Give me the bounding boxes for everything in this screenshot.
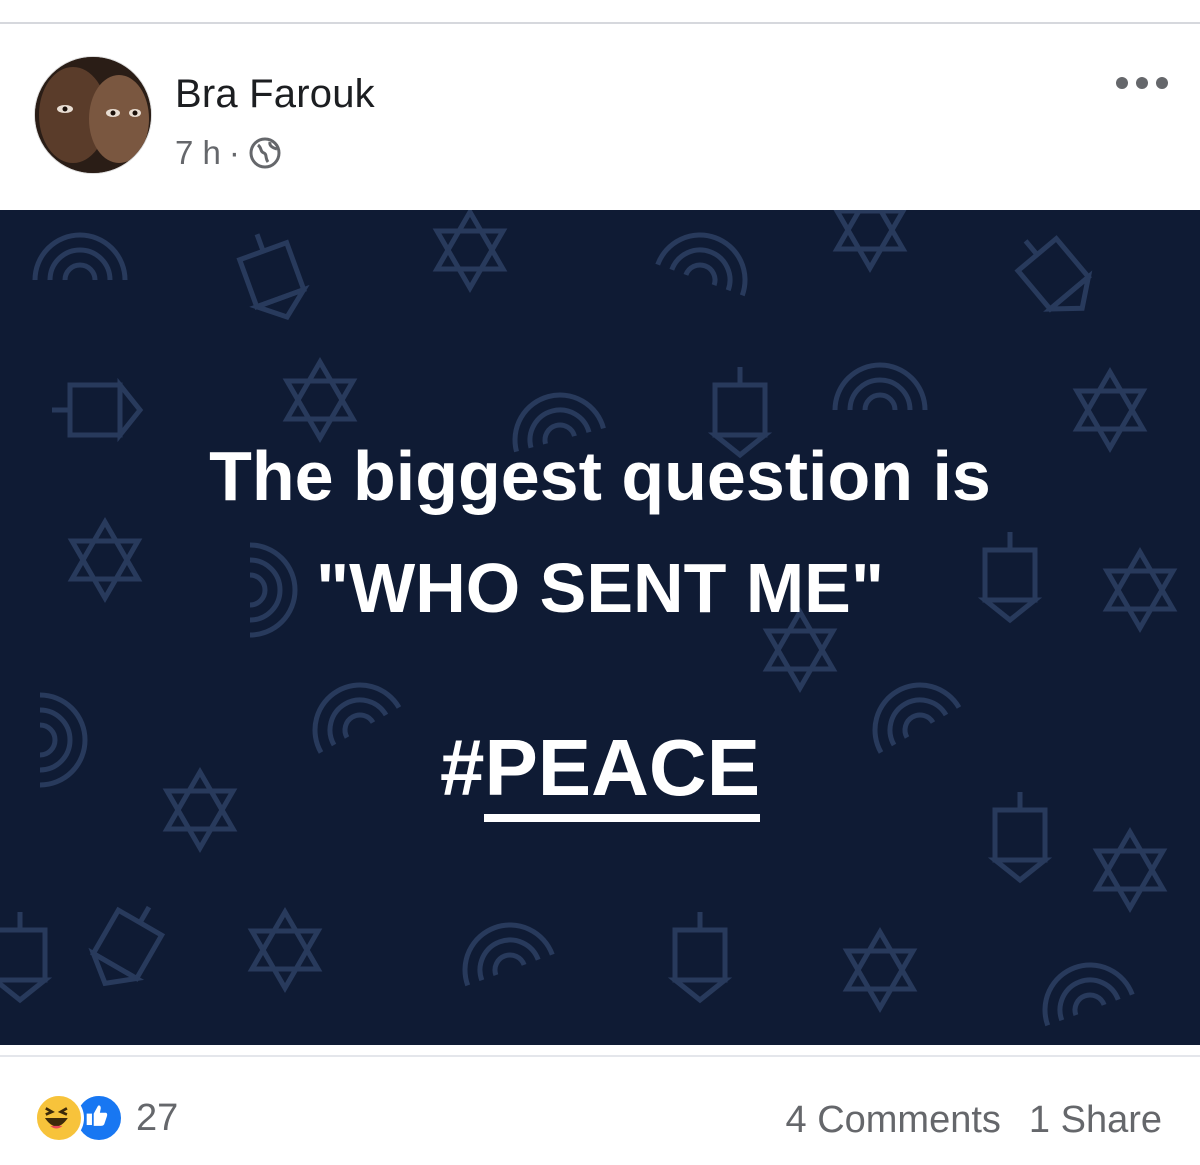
- headline-line-2: "WHO SENT ME": [315, 549, 885, 627]
- more-dot: [1156, 77, 1168, 89]
- post-headline: The biggest question is "WHO SENT ME": [0, 420, 1200, 644]
- author-avatar[interactable]: [34, 56, 152, 174]
- hashtag-symbol: #: [439, 723, 485, 812]
- avatar-image: [35, 57, 151, 173]
- top-divider: [0, 0, 1200, 24]
- reaction-count[interactable]: 27: [136, 1097, 178, 1140]
- post-meta: 7 h ·: [175, 134, 282, 172]
- haha-icon: [34, 1093, 84, 1143]
- comments-count[interactable]: 4 Comments: [786, 1099, 1001, 1142]
- meta-separator: ·: [228, 134, 240, 171]
- shares-count[interactable]: 1 Share: [1029, 1099, 1162, 1142]
- more-dot: [1116, 77, 1128, 89]
- headline-line-1: The biggest question is: [209, 437, 991, 515]
- hashtag-word: PEACE: [484, 723, 761, 822]
- globe-icon: [249, 137, 281, 169]
- post-footer: 27 4 Comments 1 Share: [0, 1055, 1200, 1165]
- hashtag-link[interactable]: #PEACE: [0, 722, 1200, 822]
- reactions-summary[interactable]: 27: [34, 1093, 178, 1143]
- engagement-counts: 4 Comments 1 Share: [786, 1099, 1163, 1142]
- more-options-icon[interactable]: [1116, 68, 1168, 98]
- post-time[interactable]: 7 h: [175, 134, 221, 172]
- more-dot: [1136, 77, 1148, 89]
- author-name[interactable]: Bra Farouk: [175, 72, 375, 117]
- post-image[interactable]: The biggest question is "WHO SENT ME" #P…: [0, 210, 1200, 1045]
